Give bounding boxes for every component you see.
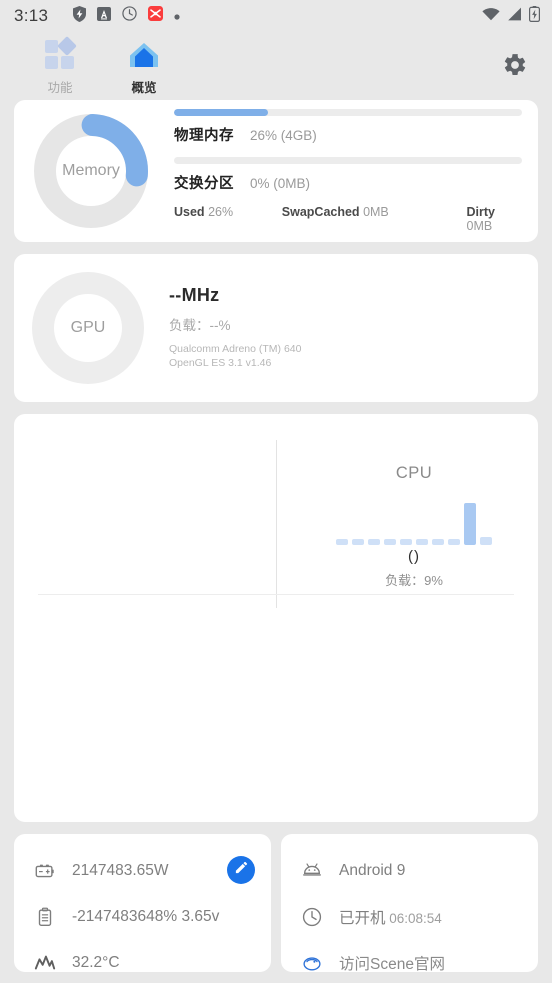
- cpu-bar: [464, 503, 476, 545]
- memory-donut-label: Memory: [62, 162, 120, 179]
- stat-swapcached-label: SwapCached: [281, 205, 360, 219]
- wifi-icon: [482, 7, 500, 26]
- status-bar: 3:13: [0, 0, 552, 32]
- edit-button[interactable]: [227, 856, 255, 884]
- bottom-cards: 2147483.65W -2147483648% 3.65v 32.2°C An…: [0, 834, 552, 972]
- status-bar-right: [482, 0, 541, 32]
- android-version-row[interactable]: Android 9: [281, 848, 538, 894]
- cpu-bar: [384, 539, 396, 545]
- cpu-bar: [368, 539, 380, 545]
- battery-voltage: 3.65v: [177, 908, 220, 925]
- cpu-core-text: (): [408, 548, 420, 565]
- tab-bar: 功能 概览: [0, 32, 552, 100]
- physical-memory-row: 物理内存 26% (4GB): [174, 124, 522, 145]
- uptime-row[interactable]: 已开机 06:08:54: [281, 894, 538, 940]
- clock-icon: [299, 904, 325, 930]
- gpu-ring-chart: GPU: [32, 272, 144, 384]
- gpu-ring-label: GPU: [70, 319, 106, 336]
- gpu-load: 负载：--%: [169, 314, 301, 334]
- cpu-bar: [336, 539, 348, 545]
- gpu-load-value: --%: [209, 318, 231, 334]
- gpu-api: OpenGL ES 3.1 v1.46: [169, 357, 272, 369]
- stat-swapcached: SwapCached 0MB: [282, 205, 467, 233]
- cpu-card[interactable]: CPU () 负载：9%: [14, 414, 538, 822]
- memory-card[interactable]: Memory 物理内存 26% (4GB) 交换分区 0% (0MB) Used…: [14, 100, 538, 242]
- cpu-load-value: 9%: [424, 573, 443, 588]
- stat-dirty-value: 0MB: [466, 219, 493, 233]
- status-bar-left: 3:13: [14, 5, 180, 27]
- dot-icon: [174, 7, 180, 25]
- gpu-model: Qualcomm Adreno (TM) 640: [169, 343, 302, 356]
- cpu-load-label: 负载：: [385, 573, 425, 588]
- stat-used: Used 26%: [174, 205, 282, 233]
- battery-horizontal-icon: [32, 858, 58, 884]
- scene-website-row[interactable]: 访问Scene官网: [281, 940, 538, 972]
- memory-donut-chart: Memory: [32, 112, 150, 230]
- cpu-title: CPU: [395, 464, 433, 482]
- stat-swapcached-value: 0MB: [363, 205, 389, 219]
- swap-row: 交换分区 0% (0MB): [174, 172, 522, 193]
- cell-signal-icon: [507, 7, 522, 26]
- uptime-text: 已开机 06:08:54: [339, 906, 442, 928]
- physical-memory-bar: [174, 109, 522, 116]
- battery-info-card[interactable]: 2147483.65W -2147483648% 3.65v 32.2°C: [14, 834, 271, 972]
- stat-dirty: Dirty 0MB: [467, 205, 522, 233]
- red-app-icon: [148, 6, 164, 26]
- cpu-bar: [448, 539, 460, 545]
- memory-details: 物理内存 26% (4GB) 交换分区 0% (0MB) Used 26% Sw…: [150, 109, 530, 233]
- tab-overview[interactable]: 概览: [102, 38, 186, 96]
- battery-percent: -2147483648%: [72, 908, 178, 925]
- scene-website-text: 访问Scene官网: [339, 956, 445, 972]
- pencil-icon: [234, 860, 249, 880]
- cpu-vertical-divider: [276, 440, 277, 608]
- gpu-load-label: 负载：: [169, 318, 210, 334]
- swap-value: 0% (0MB): [250, 176, 311, 191]
- temperature-row[interactable]: 32.2°C: [14, 940, 271, 972]
- app-screen: 3:13 功能 概览 Memory 物理内存 26% (4GB) 交换分区 0%…: [0, 0, 552, 983]
- temperature-text: 32.2°C: [72, 954, 120, 971]
- cpu-horizontal-divider: [38, 594, 514, 595]
- gpu-frequency: --MHz: [169, 285, 220, 306]
- scene-logo-icon: [299, 950, 325, 972]
- cpu-load: 负载：9%: [314, 570, 514, 589]
- physical-memory-value: 26% (4GB): [250, 128, 317, 143]
- memory-stats: Used 26% SwapCached 0MB Dirty 0MB: [174, 205, 522, 233]
- battery-charging-icon: [529, 5, 541, 27]
- uptime-value: 06:08:54: [385, 911, 442, 926]
- battery-vertical-icon: [32, 904, 58, 930]
- android-version-text: Android 9: [339, 862, 406, 879]
- android-icon: [299, 858, 325, 884]
- swap-label: 交换分区: [174, 176, 234, 192]
- cpu-bar: [416, 539, 428, 545]
- temperature-icon: [32, 950, 58, 972]
- battery-level-row[interactable]: -2147483648% 3.65v: [14, 894, 271, 940]
- stat-used-value: 26%: [208, 205, 234, 219]
- cpu-bar: [352, 539, 364, 545]
- tab-functions[interactable]: 功能: [18, 36, 102, 96]
- cpu-frequency-bar-chart: [314, 499, 514, 545]
- gpu-details: --MHz 负载：--% Qualcomm Adreno (TM) 640 Op…: [144, 285, 301, 371]
- gpu-card[interactable]: GPU --MHz 负载：--% Qualcomm Adreno (TM) 64…: [14, 254, 538, 402]
- swap-bar: [174, 157, 522, 164]
- cpu-bar: [480, 537, 492, 545]
- system-info-card[interactable]: Android 9 已开机 06:08:54 访问Scene官网: [281, 834, 538, 972]
- tab-overview-label: 概览: [131, 81, 157, 95]
- clock-icon: [122, 6, 137, 26]
- stat-dirty-label: Dirty: [466, 205, 495, 219]
- home-icon: [127, 38, 161, 72]
- letter-a-icon: [97, 6, 112, 26]
- battery-power-text: 2147483.65W: [72, 862, 169, 879]
- cpu-cluster: CPU () 负载：9%: [314, 464, 514, 589]
- battery-level-text: -2147483648% 3.65v: [72, 908, 219, 926]
- grid-squares-icon: [43, 36, 77, 72]
- tab-functions-label: 功能: [47, 81, 73, 95]
- uptime-label: 已开机: [339, 910, 386, 927]
- physical-memory-label: 物理内存: [174, 128, 234, 144]
- cpu-bar: [400, 539, 412, 545]
- status-bar-clock: 3:13: [14, 6, 49, 25]
- gear-icon[interactable]: [502, 52, 528, 78]
- cpu-bar: [432, 539, 444, 545]
- stat-used-label: Used: [174, 205, 205, 219]
- shield-icon: [73, 5, 87, 27]
